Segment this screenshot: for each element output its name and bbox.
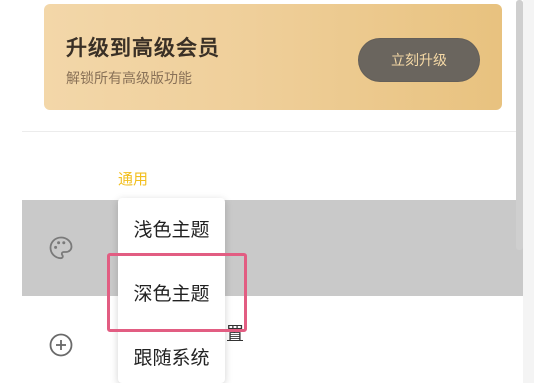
menu-item-dark-theme[interactable]: 深色主题 bbox=[118, 262, 225, 326]
scrollbar-thumb[interactable] bbox=[516, 0, 523, 250]
plus-circle-icon bbox=[49, 333, 73, 357]
add-row[interactable] bbox=[22, 296, 523, 383]
upgrade-button[interactable]: 立刻升级 bbox=[358, 38, 480, 82]
partial-setting-text: 置 bbox=[226, 324, 244, 345]
scrollbar-track[interactable] bbox=[523, 0, 534, 383]
premium-banner[interactable]: 升级到高级会员 解锁所有高级版功能 立刻升级 bbox=[44, 4, 502, 110]
premium-title: 升级到高级会员 bbox=[66, 36, 220, 60]
menu-item-light-theme[interactable]: 浅色主题 bbox=[118, 198, 225, 262]
menu-item-follow-system[interactable]: 跟随系统 bbox=[118, 326, 225, 383]
palette-icon bbox=[49, 236, 73, 260]
theme-dropdown-menu: 浅色主题 深色主题 跟随系统 bbox=[118, 198, 225, 383]
section-label-general: 通用 bbox=[118, 170, 149, 188]
theme-row[interactable] bbox=[22, 200, 523, 296]
premium-subtitle: 解锁所有高级版功能 bbox=[66, 71, 192, 87]
divider bbox=[22, 131, 534, 132]
